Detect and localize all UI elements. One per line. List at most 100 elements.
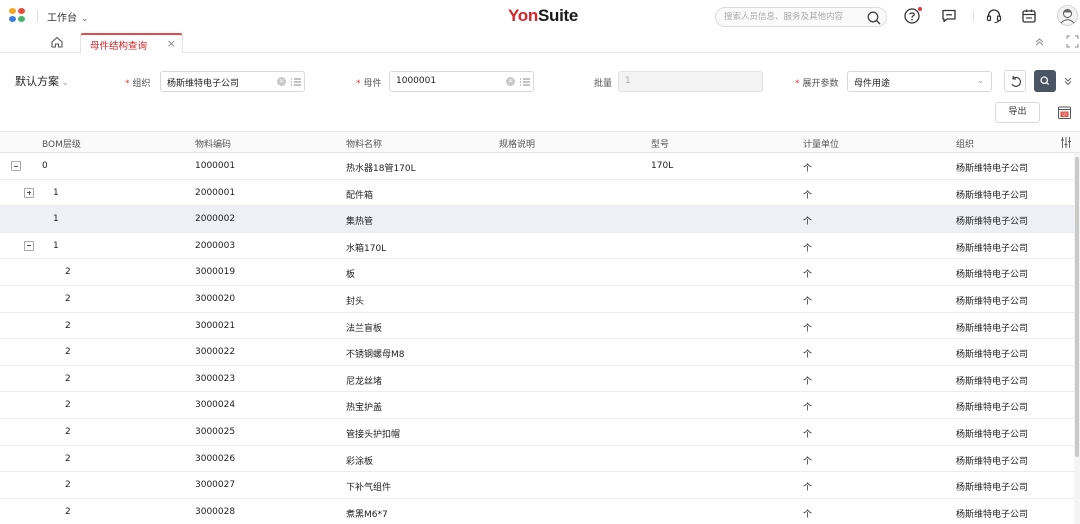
org-value: 杨斯维特电子公司 [167,79,240,89]
table-row[interactable]: 0 1000001 热水器18管170L 170L 个 杨斯维特电子公司 [0,153,1074,180]
cell-bom-level: 2 [65,267,71,278]
cell-bom-level: 2 [65,320,71,331]
cell-material-code: 3000028 [195,506,236,517]
search-icon[interactable] [866,10,882,26]
cell-unit: 个 [803,164,813,174]
cell-bom-level: 1 [53,214,59,225]
table-row[interactable]: 2 3000028 煮黑M6*7 个 杨斯维特电子公司 [0,498,1074,524]
cell-bom-level: 2 [65,506,71,517]
batch-label: 批量 [594,79,613,89]
tab-bom-query[interactable]: 母件结构查询 × [80,33,183,53]
expand-filters-icon[interactable] [1062,74,1074,88]
cell-material-code: 3000026 [195,453,236,464]
batch-field: 1 [618,71,763,92]
undo-icon [1011,75,1022,87]
cell-material-code: 2000001 [195,187,236,198]
col-header-model[interactable]: 型号 [651,137,669,150]
list-icon[interactable] [519,76,531,88]
app-logo-icon[interactable] [9,8,26,23]
tab-bar: 母件结构查询 × [0,31,1080,53]
table-row[interactable]: 1 2000001 配件箱 个 杨斯维特电子公司 [0,179,1074,207]
table-row[interactable]: 2 3000026 彩涂板 个 杨斯维特电子公司 [0,445,1074,473]
cell-org: 杨斯维特电子公司 [956,190,1029,201]
svg-text:UI: UI [1062,112,1067,118]
list-icon[interactable] [290,76,302,88]
table-row[interactable]: 2 3000019 板 个 杨斯维特电子公司 [0,259,1074,286]
cell-material-name: 尼龙丝堵 [346,376,383,387]
col-header-spec[interactable]: 规格说明 [499,137,535,150]
workbench-label: 工作台 [47,13,77,24]
headset-icon[interactable] [985,7,1003,25]
cell-org: 杨斯维特电子公司 [956,483,1029,494]
top-bar: 工作台 ⌄ YonSuite [0,0,1080,31]
cell-material-name: 水箱170L [346,243,387,254]
cell-unit: 个 [803,403,813,414]
cell-unit: 个 [803,483,813,494]
cell-material-code: 3000020 [195,294,236,304]
cell-material-code: 2000003 [195,240,236,251]
cell-unit: 个 [803,270,813,281]
clear-icon[interactable]: × [277,77,286,86]
close-icon[interactable]: × [167,37,176,50]
search-button[interactable] [1034,70,1056,92]
column-settings-icon[interactable] [1060,136,1072,149]
col-header-unit[interactable]: 计量单位 [803,137,839,150]
cell-material-name: 不锈钢螺母M8 [346,350,405,361]
org-field[interactable]: 杨斯维特电子公司 × [160,71,305,92]
col-header-bom-level[interactable]: BOM层级 [42,137,81,150]
brand-logo: YonSuite [508,6,578,26]
parent-field[interactable]: 1000001 × [389,71,534,92]
col-header-material-code[interactable]: 物料编码 [195,137,231,150]
cell-org: 杨斯维特电子公司 [956,509,1029,520]
table-row[interactable]: 2 3000025 管接头护扣帽 个 杨斯维特电子公司 [0,419,1074,446]
vertical-scrollbar[interactable] [1074,153,1080,524]
cell-material-code: 1000001 [195,161,236,171]
table-row[interactable]: 1 2000002 集热管 个 杨斯维特电子公司 [0,206,1074,233]
cell-org: 杨斯维特电子公司 [956,376,1029,387]
global-search-input[interactable] [724,8,864,26]
search-icon [1040,76,1050,86]
calendar-icon[interactable] [1020,7,1038,25]
divider [37,10,38,22]
reset-button[interactable] [1004,70,1026,92]
cell-material-code: 3000023 [195,373,236,384]
table-row[interactable]: 1 2000003 水箱170L 个 杨斯维特电子公司 [0,232,1074,260]
workbench-menu[interactable]: 工作台 ⌄ [47,9,89,24]
clear-icon[interactable]: × [506,77,515,86]
org-label: * 组织 [125,76,151,89]
export-button[interactable]: 导出 [995,102,1040,123]
required-mark: * [795,79,800,89]
cell-bom-level: 1 [53,187,59,198]
expand-param-select[interactable]: 母件用途 ⌄ [847,71,992,92]
collapse-icon[interactable] [24,240,34,251]
table-row[interactable]: 2 3000027 下补气组件 个 杨斯维特电子公司 [0,472,1074,499]
chevron-down-icon: ⌄ [977,76,984,85]
col-header-material-name[interactable]: 物料名称 [346,137,382,150]
chevron-up-icon[interactable] [1033,35,1046,48]
message-icon[interactable] [940,7,958,25]
batch-value: 1 [625,76,631,86]
table-row[interactable]: 2 3000021 法兰盲板 个 杨斯维特电子公司 [0,312,1074,340]
table-header: BOM层级 物料编码 物料名称 规格说明 型号 计量单位 组织 [0,131,1080,153]
col-header-org[interactable]: 组织 [956,137,974,150]
cell-unit: 个 [803,217,813,228]
table-row[interactable]: 2 3000022 不锈钢螺母M8 个 杨斯维特电子公司 [0,339,1074,366]
home-icon[interactable] [50,35,64,49]
table-row[interactable]: 2 3000024 热宝护盖 个 杨斯维特电子公司 [0,392,1074,419]
cell-material-code: 2000002 [195,214,236,225]
table-row[interactable]: 2 3000020 封头 个 杨斯维特电子公司 [0,286,1074,313]
brand-part2: Suite [537,6,579,25]
fullscreen-icon[interactable] [1066,35,1079,48]
user-avatar-icon[interactable] [1057,5,1078,26]
cell-unit: 个 [803,297,813,307]
parent-label: * 母件 [356,76,382,89]
table-row[interactable]: 2 3000023 尼龙丝堵 个 杨斯维特电子公司 [0,365,1074,393]
brand-part1: Yon [508,6,538,25]
filter-panel: 默认方案 ⌄ * 组织 杨斯维特电子公司 × * 母件 1000001 × 批量 1 … [0,53,1080,131]
scrollbar-thumb[interactable] [1075,157,1079,457]
cell-material-name: 热宝护盖 [346,403,383,414]
expand-icon[interactable] [24,187,34,198]
collapse-icon[interactable] [11,161,21,171]
ui-designer-icon[interactable]: UI [1057,105,1072,120]
scheme-selector[interactable]: 默认方案 ⌄ [15,73,69,89]
